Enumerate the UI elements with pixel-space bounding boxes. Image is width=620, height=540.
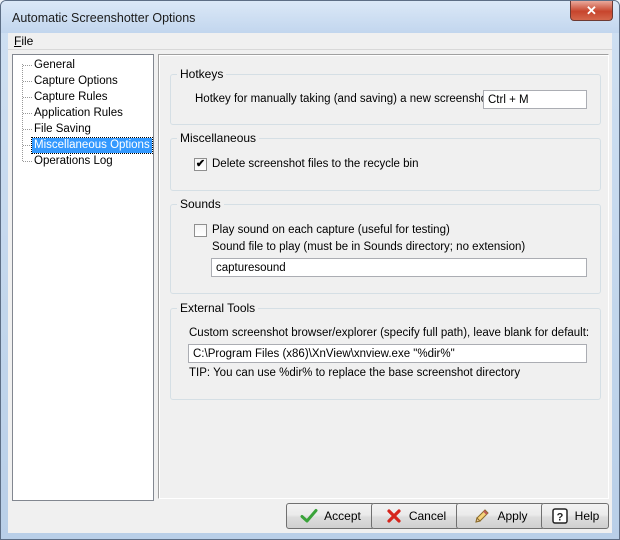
hotkeys-group: Hotkeys Hotkey for manually taking (and … bbox=[170, 67, 601, 125]
browser-path-label: Custom screenshot browser/explorer (spec… bbox=[189, 327, 590, 339]
help-button[interactable]: ? Help bbox=[541, 503, 609, 529]
menu-file[interactable]: File bbox=[14, 34, 33, 48]
options-window: Automatic Screenshotter Options ✕ File G… bbox=[0, 0, 620, 540]
tree-item-miscellaneous-options[interactable]: Miscellaneous Options bbox=[31, 137, 153, 154]
close-button[interactable]: ✕ bbox=[570, 1, 613, 21]
help-icon: ? bbox=[551, 508, 568, 524]
play-sound-label[interactable]: Play sound on each capture (useful for t… bbox=[212, 224, 450, 236]
recycle-bin-checkbox[interactable]: ✔ bbox=[194, 158, 207, 171]
window-title: Automatic Screenshotter Options bbox=[12, 11, 196, 25]
tree-item-capture-options[interactable]: Capture Options bbox=[32, 74, 120, 89]
accept-label: Accept bbox=[324, 509, 361, 523]
options-tree[interactable]: General Capture Options Capture Rules Ap… bbox=[12, 54, 154, 501]
tree-connector bbox=[23, 65, 32, 66]
pencil-icon bbox=[475, 509, 490, 523]
apply-label: Apply bbox=[497, 509, 528, 523]
cancel-button[interactable]: Cancel bbox=[371, 503, 460, 529]
checkmark-icon bbox=[300, 509, 318, 523]
menu-file-label: ile bbox=[21, 34, 34, 48]
recycle-bin-label[interactable]: Delete screenshot files to the recycle b… bbox=[212, 158, 418, 170]
cancel-label: Cancel bbox=[408, 509, 447, 523]
tree-item-capture-rules[interactable]: Capture Rules bbox=[32, 90, 110, 105]
tree-item-file-saving[interactable]: File Saving bbox=[32, 122, 93, 137]
menu-bar: File bbox=[8, 33, 612, 50]
tree-item-application-rules[interactable]: Application Rules bbox=[32, 106, 125, 121]
external-tools-legend: External Tools bbox=[177, 301, 259, 315]
browser-path-input[interactable] bbox=[188, 344, 587, 363]
hotkeys-legend: Hotkeys bbox=[177, 67, 227, 81]
tree-connector bbox=[23, 129, 32, 130]
tree-connector bbox=[23, 145, 32, 146]
tree-connector bbox=[23, 161, 32, 162]
sounds-group: Sounds Play sound on each capture (usefu… bbox=[170, 197, 601, 294]
dialog-client-area: General Capture Options Capture Rules Ap… bbox=[8, 50, 612, 533]
external-tools-group: External Tools Custom screenshot browser… bbox=[170, 301, 601, 400]
red-x-icon bbox=[387, 509, 401, 523]
settings-panel: Hotkeys Hotkey for manually taking (and … bbox=[158, 54, 609, 499]
miscellaneous-group: Miscellaneous ✔ Delete screenshot files … bbox=[170, 131, 601, 191]
tree-connector bbox=[23, 113, 32, 114]
help-label: Help bbox=[574, 509, 600, 523]
tree-connector bbox=[23, 97, 32, 98]
tip-text: TIP: You can use %dir% to replace the ba… bbox=[189, 367, 521, 379]
svg-text:?: ? bbox=[556, 512, 563, 524]
sound-file-input[interactable] bbox=[211, 258, 587, 277]
accept-button[interactable]: Accept bbox=[286, 503, 375, 529]
play-sound-checkbox[interactable] bbox=[194, 224, 207, 237]
sound-file-label: Sound file to play (must be in Sounds di… bbox=[212, 241, 526, 253]
sounds-legend: Sounds bbox=[177, 197, 224, 211]
tree-item-operations-log[interactable]: Operations Log bbox=[32, 154, 115, 169]
miscellaneous-legend: Miscellaneous bbox=[177, 131, 260, 145]
tree-item-general[interactable]: General bbox=[32, 58, 77, 73]
apply-button[interactable]: Apply bbox=[456, 503, 545, 529]
tree-connector bbox=[23, 81, 32, 82]
title-bar[interactable]: Automatic Screenshotter Options ✕ bbox=[1, 1, 619, 33]
hotkey-input[interactable] bbox=[483, 90, 587, 109]
hotkey-label: Hotkey for manually taking (and saving) … bbox=[195, 93, 494, 105]
